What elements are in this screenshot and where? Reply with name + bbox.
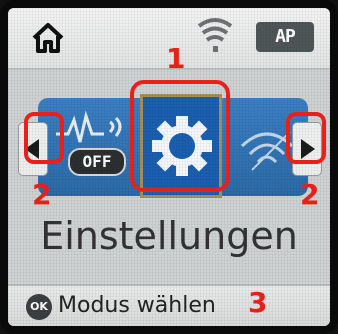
bottom-bar: OK Modus wählen — [8, 284, 330, 326]
menu-title: Einstellungen — [40, 214, 298, 258]
home-icon[interactable] — [30, 20, 66, 56]
annotation-box-2-right — [286, 112, 326, 164]
wifi-icon — [198, 18, 232, 52]
annotation-number-1: 1 — [166, 42, 186, 75]
annotation-box-2-left — [24, 112, 64, 164]
ok-button-icon[interactable]: OK — [26, 294, 52, 320]
ap-label: AP — [275, 26, 296, 47]
annotation-number-2-left: 2 — [32, 178, 52, 211]
off-badge: OFF — [68, 148, 126, 176]
annotation-number-2-right: 2 — [300, 178, 320, 211]
device-frame: AP OFF Einstellungen OK Modus wählen 1 2… — [0, 0, 338, 334]
signal-wave-icon — [56, 110, 122, 143]
annotation-box-1 — [130, 80, 230, 192]
hint-text: Modus wählen — [58, 293, 216, 318]
ap-mode-badge: AP — [256, 22, 314, 52]
annotation-number-3: 3 — [248, 286, 268, 319]
